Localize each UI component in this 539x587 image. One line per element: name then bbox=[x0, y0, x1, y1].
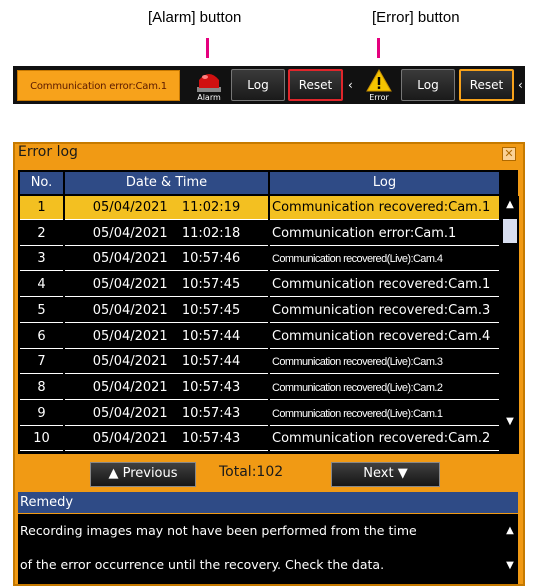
row-time: 10:57:43 bbox=[181, 431, 241, 447]
chevron-left-icon[interactable]: ‹ bbox=[518, 78, 523, 92]
row-time: 11:02:18 bbox=[181, 225, 241, 241]
scroll-up-icon[interactable]: ▲ bbox=[501, 196, 519, 216]
row-log: Communication recovered(Live):Cam.1 bbox=[270, 401, 499, 426]
row-date: 05/04/2021 bbox=[92, 277, 168, 293]
table-row[interactable]: 3 05/04/2021 10:57:46 Communication recove… bbox=[20, 247, 499, 272]
remedy-scroll-up-icon[interactable]: ▲ bbox=[503, 522, 517, 540]
table-row[interactable]: 5 05/04/2021 10:57:45 Communication recove… bbox=[20, 298, 499, 323]
row-datetime: 05/04/2021 10:57:44 bbox=[65, 350, 268, 375]
total-count: Total:102 bbox=[219, 464, 284, 480]
scroll-thumb[interactable] bbox=[503, 219, 517, 243]
row-datetime: 05/04/2021 10:57:43 bbox=[65, 375, 268, 400]
error-label: Error bbox=[369, 93, 389, 102]
next-button[interactable]: Next ▼ bbox=[331, 462, 440, 487]
column-header-datetime: Date & Time bbox=[65, 172, 268, 194]
column-header-no: No. bbox=[20, 172, 63, 194]
row-date: 05/04/2021 bbox=[92, 200, 168, 215]
row-log: Communication recovered:Cam.1 bbox=[270, 196, 499, 220]
row-log: Communication recovered:Cam.3 bbox=[270, 298, 499, 323]
row-log: Communication recovered(Live):Cam.3 bbox=[270, 350, 499, 375]
row-datetime: 05/04/2021 10:57:44 bbox=[65, 324, 268, 349]
previous-button[interactable]: ▲ Previous bbox=[90, 462, 196, 487]
window-title: Error log bbox=[18, 144, 78, 160]
row-date: 05/04/2021 bbox=[92, 354, 168, 370]
row-datetime: 05/04/2021 10:57:46 bbox=[65, 247, 268, 272]
row-datetime: 05/04/2021 10:57:45 bbox=[65, 273, 268, 298]
row-log: Communication recovered(Live):Cam.2 bbox=[270, 375, 499, 400]
row-date: 05/04/2021 bbox=[92, 302, 168, 318]
chevron-left-icon[interactable]: ‹ bbox=[348, 78, 353, 92]
error-button[interactable]: Error bbox=[360, 68, 398, 103]
row-datetime: 05/04/2021 10:57:45 bbox=[65, 298, 268, 323]
row-date: 05/04/2021 bbox=[92, 225, 168, 241]
alarm-log-button[interactable]: Log bbox=[231, 69, 285, 101]
row-number: 3 bbox=[20, 247, 63, 272]
remedy-text-line: of the error occurrence until the recove… bbox=[20, 557, 385, 572]
column-header-log: Log bbox=[270, 172, 499, 194]
error-button-callout: [Error] button bbox=[372, 9, 460, 26]
remedy-text-line: Recording images may not have been perfo… bbox=[20, 523, 417, 538]
row-log: Communication error:Cam.1 bbox=[270, 221, 499, 246]
alarm-reset-button[interactable]: Reset bbox=[288, 69, 343, 101]
row-date: 05/04/2021 bbox=[92, 328, 168, 344]
error-log-button[interactable]: Log bbox=[401, 69, 455, 101]
row-time: 10:57:44 bbox=[181, 354, 241, 370]
row-log: Communication recovered:Cam.4 bbox=[270, 324, 499, 349]
row-date: 05/04/2021 bbox=[92, 431, 168, 447]
row-number: 7 bbox=[20, 350, 63, 375]
row-datetime: 05/04/2021 10:57:43 bbox=[65, 427, 268, 452]
table-row[interactable]: 2 05/04/2021 11:02:18 Communication error:… bbox=[20, 221, 499, 246]
table-row[interactable]: 10 05/04/2021 10:57:43 Communication recov… bbox=[20, 427, 499, 452]
close-icon[interactable]: ✕ bbox=[502, 147, 516, 161]
remedy-scroll-down-icon[interactable]: ▼ bbox=[503, 557, 517, 575]
row-time: 10:57:45 bbox=[181, 277, 241, 293]
row-log: Communication recovered(Live):Cam.4 bbox=[270, 247, 499, 272]
table-row[interactable]: 6 05/04/2021 10:57:44 Communication recove… bbox=[20, 324, 499, 349]
row-number: 5 bbox=[20, 298, 63, 323]
row-datetime: 05/04/2021 10:57:43 bbox=[65, 401, 268, 426]
alarm-button-callout: [Alarm] button bbox=[148, 9, 242, 26]
table-row[interactable]: 8 05/04/2021 10:57:43 Communication recove… bbox=[20, 375, 499, 400]
row-number: 10 bbox=[20, 427, 63, 452]
alarm-label: Alarm bbox=[197, 93, 221, 102]
row-time: 10:57:46 bbox=[181, 251, 241, 267]
row-log: Communication recovered:Cam.1 bbox=[270, 273, 499, 298]
row-time: 10:57:43 bbox=[181, 405, 241, 421]
row-date: 05/04/2021 bbox=[92, 251, 168, 267]
table-row[interactable]: 7 05/04/2021 10:57:44 Communication recove… bbox=[20, 350, 499, 375]
row-datetime: 05/04/2021 11:02:19 bbox=[65, 196, 268, 220]
row-datetime: 05/04/2021 11:02:18 bbox=[65, 221, 268, 246]
alarm-icon bbox=[197, 74, 221, 92]
remedy-header: Remedy bbox=[18, 492, 518, 513]
error-reset-button[interactable]: Reset bbox=[459, 69, 514, 101]
row-time: 11:02:19 bbox=[181, 200, 241, 215]
row-number: 4 bbox=[20, 273, 63, 298]
row-number: 9 bbox=[20, 401, 63, 426]
row-number: 1 bbox=[20, 196, 63, 220]
table-row[interactable]: 1 05/04/2021 11:02:19 Communication recove… bbox=[20, 196, 499, 220]
error-callout-line bbox=[377, 38, 380, 58]
row-number: 8 bbox=[20, 375, 63, 400]
row-number: 2 bbox=[20, 221, 63, 246]
table-row[interactable]: 9 05/04/2021 10:57:43 Communication recove… bbox=[20, 401, 499, 426]
row-number: 6 bbox=[20, 324, 63, 349]
row-log: Communication recovered:Cam.2 bbox=[270, 427, 499, 452]
row-date: 05/04/2021 bbox=[92, 379, 168, 395]
alarm-button[interactable]: Alarm bbox=[190, 68, 228, 103]
row-time: 10:57:45 bbox=[181, 302, 241, 318]
status-message: Communication error:Cam.1 bbox=[17, 70, 180, 101]
row-date: 05/04/2021 bbox=[92, 405, 168, 421]
warning-icon bbox=[366, 68, 392, 92]
alarm-callout-line bbox=[206, 38, 209, 58]
row-time: 10:57:43 bbox=[181, 379, 241, 395]
scroll-down-icon[interactable]: ▼ bbox=[501, 413, 519, 433]
row-time: 10:57:44 bbox=[181, 328, 241, 344]
table-row[interactable]: 4 05/04/2021 10:57:45 Communication recove… bbox=[20, 273, 499, 298]
